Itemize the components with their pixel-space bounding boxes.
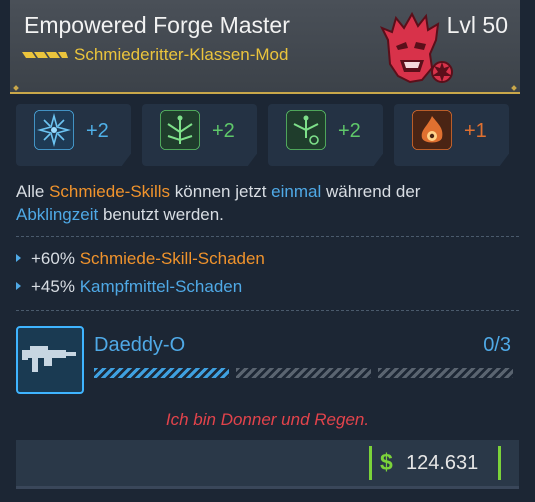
- manufacturer-weapon-icon-box[interactable]: [16, 326, 84, 394]
- item-type: Schmiederitter-Klassen-Mod: [74, 45, 289, 64]
- skill-bonus-row: +2 +2 +2 +1: [16, 104, 521, 166]
- item-header: Empowered Forge Master Lvl 50 Schmiederi…: [10, 0, 520, 94]
- description-text: während der: [321, 182, 421, 201]
- divider: [16, 236, 519, 237]
- currency-icon: $: [380, 449, 393, 475]
- flavor-text: Ich bin Donner und Regen.: [165, 410, 370, 429]
- bullet-triangle-icon: [16, 281, 21, 290]
- skill-bonus-4[interactable]: +1: [394, 104, 509, 166]
- manufacturer-count: 0/3: [483, 334, 511, 356]
- stat-label: Kampfmittel-Schaden: [79, 277, 243, 296]
- progress-segment: [236, 368, 371, 378]
- fire-icon: [412, 110, 452, 150]
- price-footer: $ 124.631: [16, 440, 519, 486]
- ice-tree-icon: [34, 110, 74, 150]
- stat-line-2: +45% Kampfmittel-Schaden: [16, 277, 242, 297]
- corner-marker: [13, 85, 19, 91]
- weapon-gun-icon: [22, 346, 76, 372]
- manufacturer-name: Daeddy-O: [94, 334, 186, 356]
- price-box: $ 124.631: [369, 446, 501, 480]
- forge-master-face-icon: [379, 11, 453, 84]
- bottom-edge: [16, 486, 519, 489]
- price-amount: 124.631: [406, 452, 479, 474]
- skill-bonus-2[interactable]: +2: [142, 104, 257, 166]
- skill-bonus-value: +2: [86, 120, 109, 142]
- item-description: Alle Schmiede-Skills können jetzt einmal…: [16, 180, 516, 226]
- skill-bonus-1[interactable]: +2: [16, 104, 131, 166]
- stat-label: Schmiede-Skill-Schaden: [79, 249, 265, 268]
- skill-bonus-value: +2: [338, 120, 361, 142]
- nature-tree-icon: [160, 110, 200, 150]
- bullet-triangle-icon: [16, 253, 21, 262]
- rarity-chevrons-icon: [22, 52, 68, 58]
- divider: [16, 310, 519, 311]
- description-text: benutzt werden.: [98, 205, 224, 224]
- skill-bonus-value: +1: [464, 120, 487, 142]
- stat-value: +45%: [31, 277, 80, 296]
- skill-bonus-value: +2: [212, 120, 235, 142]
- skill-bonus-3[interactable]: +2: [268, 104, 383, 166]
- description-keyword: Schmiede-Skills: [49, 182, 171, 201]
- description-keyword: einmal: [271, 182, 322, 201]
- corner-marker: [511, 85, 517, 91]
- item-name: Empowered Forge Master: [24, 12, 290, 38]
- stat-line-1: +60% Schmiede-Skill-Schaden: [16, 249, 265, 269]
- nature-tree-icon: [286, 110, 326, 150]
- description-keyword: Abklingzeit: [16, 205, 99, 224]
- stat-value: +60%: [31, 249, 80, 268]
- item-card: Empowered Forge Master Lvl 50 Schmiederi…: [0, 0, 535, 502]
- progress-segment: [94, 368, 229, 378]
- description-text: können jetzt: [170, 182, 272, 201]
- description-text: Alle: [16, 182, 50, 201]
- progress-segment: [378, 368, 513, 378]
